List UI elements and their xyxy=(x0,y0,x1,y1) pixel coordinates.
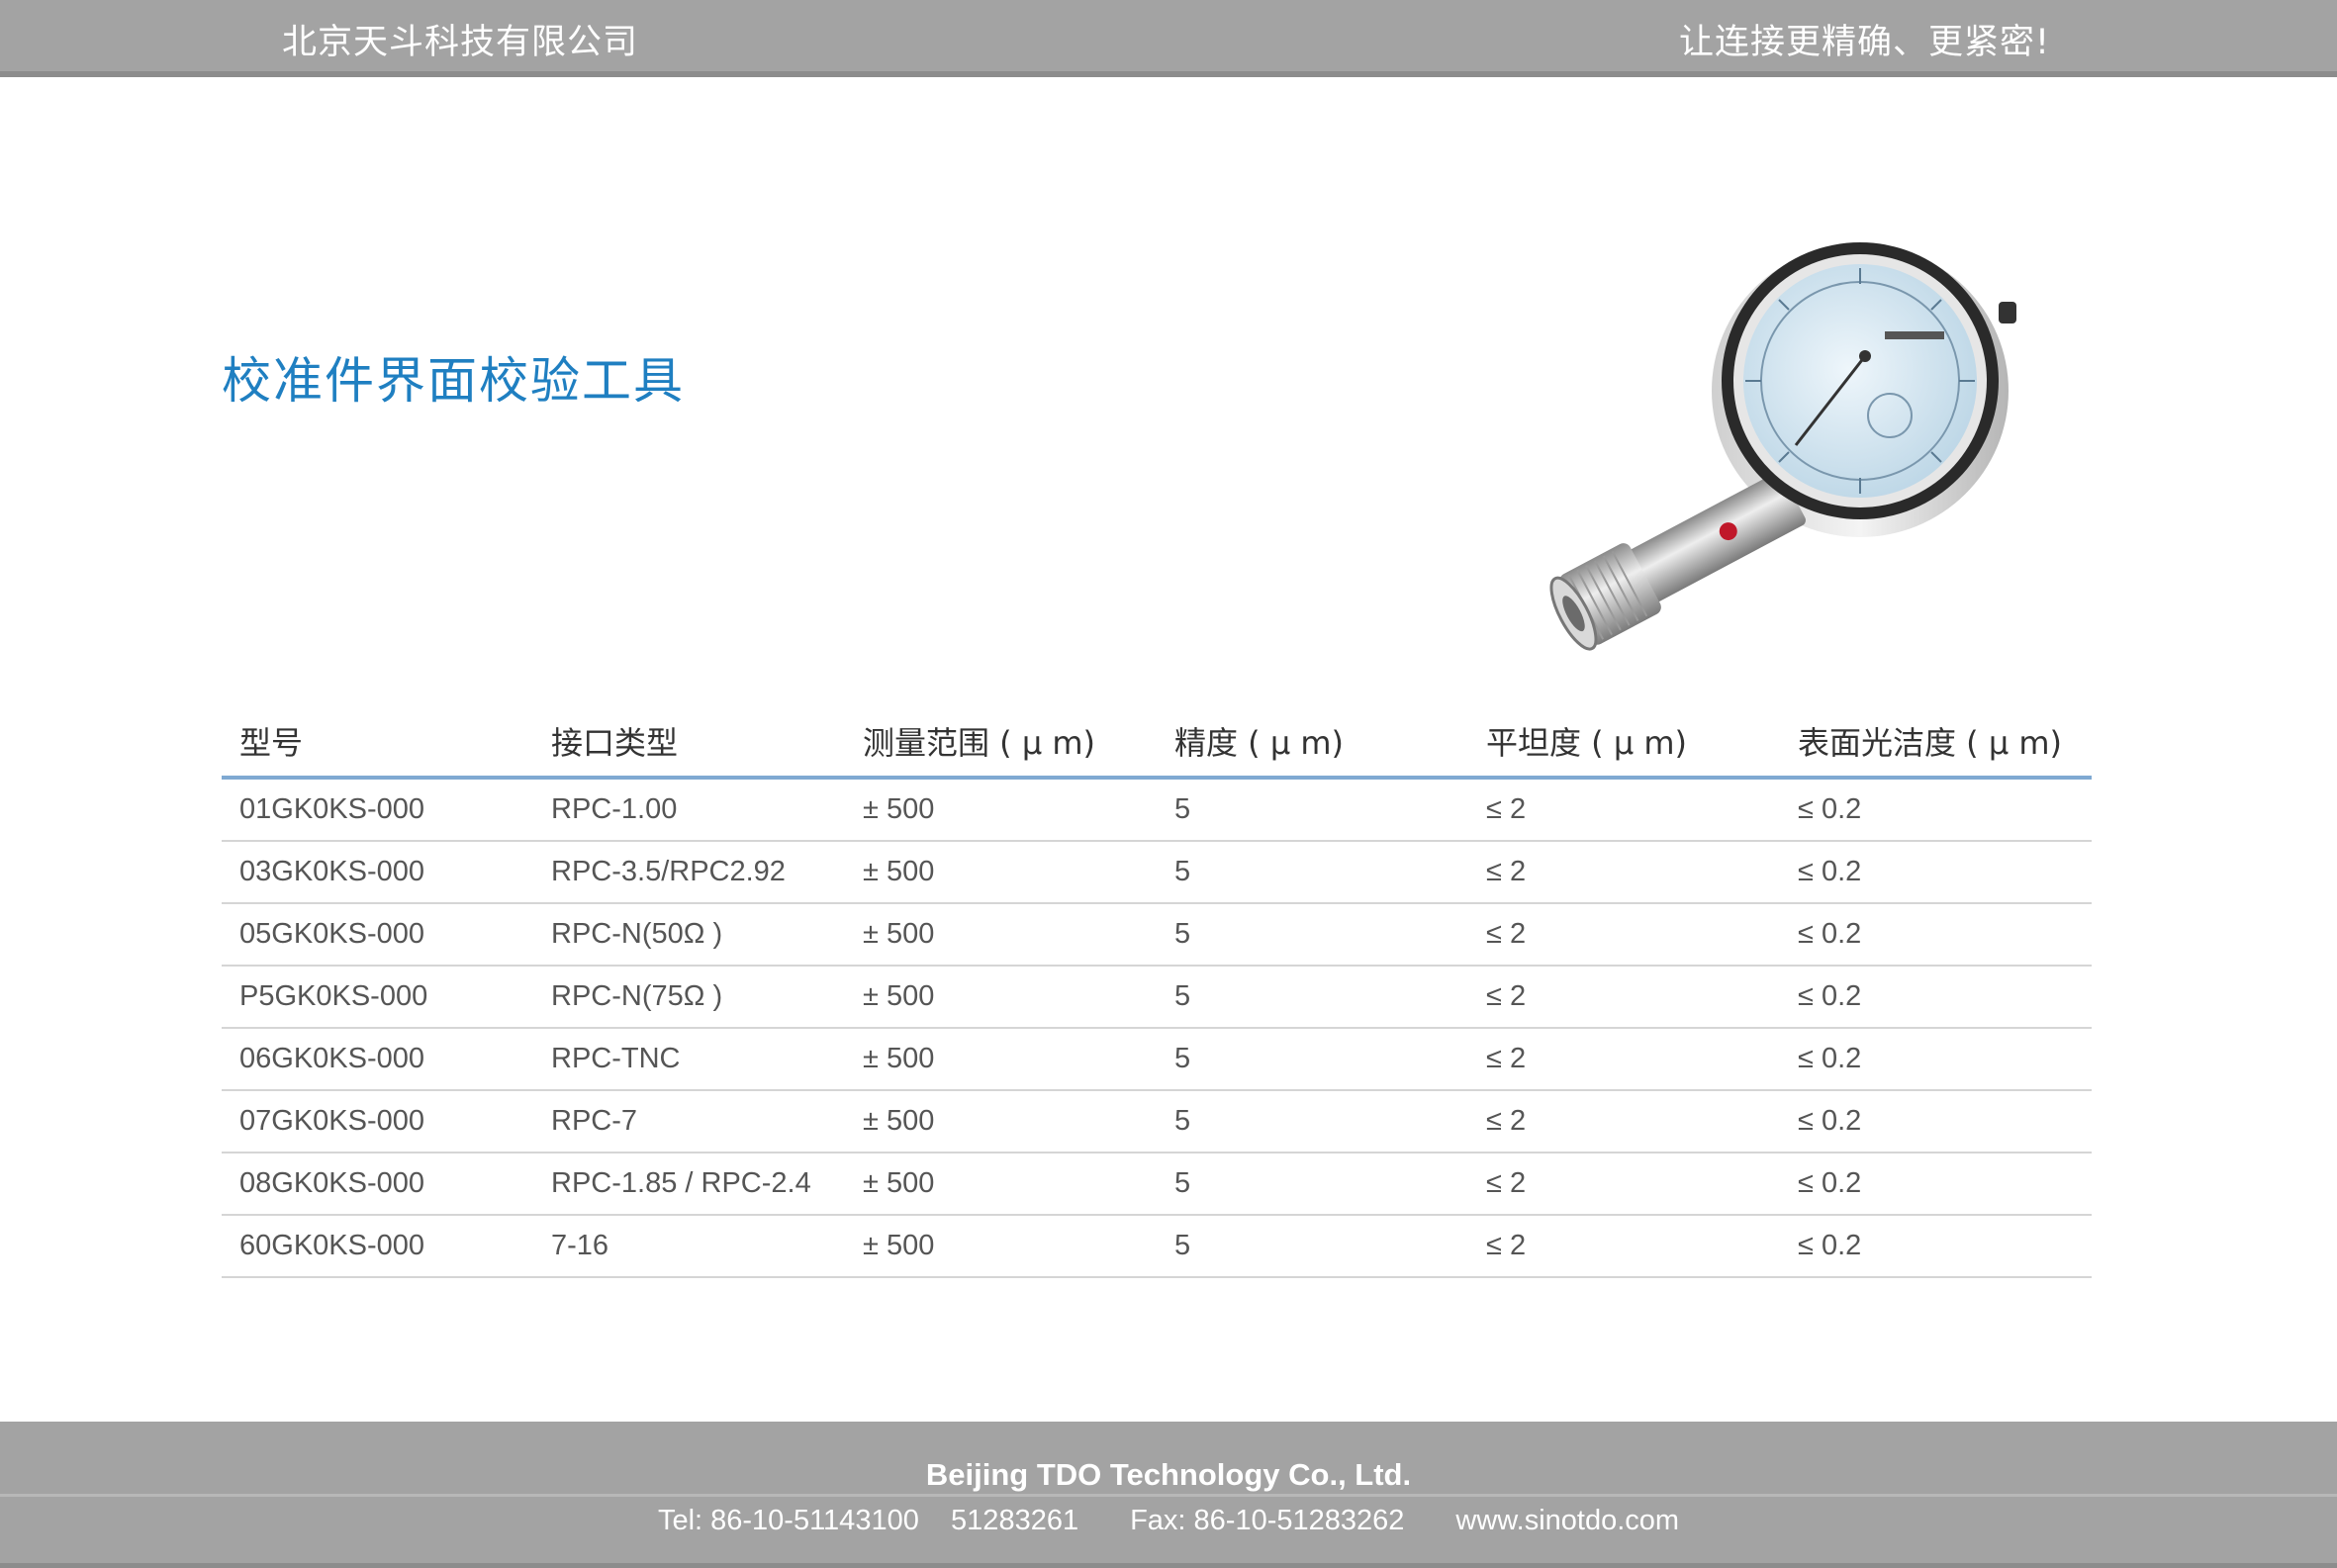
cell-model: 05GK0KS-000 xyxy=(222,903,533,967)
header-finish: 表面光洁度 ( μ m) xyxy=(1780,702,2092,780)
cell-finish: ≤ 0.2 xyxy=(1780,841,2092,904)
table-row: 07GK0KS-000 RPC-7 ± 500 5 ≤ 2 ≤ 0.2 xyxy=(222,1090,2092,1153)
table-row: 01GK0KS-000 RPC-1.00 ± 500 5 ≤ 2 ≤ 0.2 xyxy=(222,778,2092,842)
cell-model: P5GK0KS-000 xyxy=(222,966,533,1029)
cell-flatness: ≤ 2 xyxy=(1468,903,1780,967)
cell-range: ± 500 xyxy=(845,778,1157,842)
cell-interface: RPC-N(50Ω ) xyxy=(533,903,845,967)
cell-model: 06GK0KS-000 xyxy=(222,1028,533,1091)
footer-website-link[interactable]: www.sinotdo.com xyxy=(1455,1505,1679,1536)
cell-range: ± 500 xyxy=(845,1215,1157,1278)
cell-accuracy: 5 xyxy=(1157,966,1468,1029)
cell-interface: RPC-1.00 xyxy=(533,778,845,842)
header-range: 测量范围 ( μ m) xyxy=(845,702,1157,780)
header-flatness: 平坦度 ( μ m) xyxy=(1468,702,1780,780)
cell-interface: RPC-TNC xyxy=(533,1028,845,1091)
cell-accuracy: 5 xyxy=(1157,1028,1468,1091)
table-header-row: 型号 接口类型 测量范围 ( μ m) 精度 ( μ m) 平坦度 ( μ m)… xyxy=(222,702,2092,780)
cell-interface: RPC-1.85 / RPC-2.4 xyxy=(533,1153,845,1216)
cell-range: ± 500 xyxy=(845,1028,1157,1091)
cell-accuracy: 5 xyxy=(1157,841,1468,904)
cell-model: 08GK0KS-000 xyxy=(222,1153,533,1216)
cell-finish: ≤ 0.2 xyxy=(1780,1028,2092,1091)
footer-edge xyxy=(0,1563,2337,1568)
cell-accuracy: 5 xyxy=(1157,778,1468,842)
header-interface: 接口类型 xyxy=(533,702,845,780)
footer-bar: Beijing TDO Technology Co., Ltd. Tel: 86… xyxy=(0,1422,2337,1568)
cell-interface: RPC-3.5/RPC2.92 xyxy=(533,841,845,904)
cell-accuracy: 5 xyxy=(1157,1090,1468,1153)
table-row: 05GK0KS-000 RPC-N(50Ω ) ± 500 5 ≤ 2 ≤ 0.… xyxy=(222,903,2092,967)
header-model: 型号 xyxy=(222,702,533,780)
cell-range: ± 500 xyxy=(845,841,1157,904)
footer-divider xyxy=(0,1494,2337,1497)
page-title: 校准件界面校验工具 xyxy=(222,352,685,410)
cell-finish: ≤ 0.2 xyxy=(1780,778,2092,842)
cell-range: ± 500 xyxy=(845,966,1157,1029)
cell-model: 01GK0KS-000 xyxy=(222,778,533,842)
cell-finish: ≤ 0.2 xyxy=(1780,1090,2092,1153)
slogan: 让连接更精确、更紧密! xyxy=(1678,23,2050,62)
spec-table: 型号 接口类型 测量范围 ( μ m) 精度 ( μ m) 平坦度 ( μ m)… xyxy=(222,702,2092,1278)
table-row: 03GK0KS-000 RPC-3.5/RPC2.92 ± 500 5 ≤ 2 … xyxy=(222,841,2092,904)
footer-fax: Fax: 86-10-51283262 xyxy=(1130,1505,1405,1536)
table-row: P5GK0KS-000 RPC-N(75Ω ) ± 500 5 ≤ 2 ≤ 0.… xyxy=(222,966,2092,1029)
cell-flatness: ≤ 2 xyxy=(1468,966,1780,1029)
footer-company: Beijing TDO Technology Co., Ltd. xyxy=(925,1457,1412,1492)
company-name: 北京天斗科技有限公司 xyxy=(282,23,639,62)
cell-interface: 7-16 xyxy=(533,1215,845,1278)
footer-tel: Tel: 86-10-51143100 51283261 xyxy=(657,1505,1079,1536)
cell-interface: RPC-7 xyxy=(533,1090,845,1153)
cell-flatness: ≤ 2 xyxy=(1468,1090,1780,1153)
table-row: 06GK0KS-000 RPC-TNC ± 500 5 ≤ 2 ≤ 0.2 xyxy=(222,1028,2092,1091)
cell-flatness: ≤ 2 xyxy=(1468,1153,1780,1216)
cell-model: 07GK0KS-000 xyxy=(222,1090,533,1153)
cell-range: ± 500 xyxy=(845,1090,1157,1153)
cell-finish: ≤ 0.2 xyxy=(1780,966,2092,1029)
cell-model: 03GK0KS-000 xyxy=(222,841,533,904)
cell-range: ± 500 xyxy=(845,1153,1157,1216)
header-accuracy: 精度 ( μ m) xyxy=(1157,702,1468,780)
cell-finish: ≤ 0.2 xyxy=(1780,1153,2092,1216)
cell-accuracy: 5 xyxy=(1157,903,1468,967)
cell-range: ± 500 xyxy=(845,903,1157,967)
cell-accuracy: 5 xyxy=(1157,1153,1468,1216)
cell-flatness: ≤ 2 xyxy=(1468,1215,1780,1278)
dial-gauge-image xyxy=(1549,242,2016,651)
cell-model: 60GK0KS-000 xyxy=(222,1215,533,1278)
cell-flatness: ≤ 2 xyxy=(1468,778,1780,842)
header-bar: 北京天斗科技有限公司 让连接更精确、更紧密! xyxy=(0,0,2337,77)
cell-flatness: ≤ 2 xyxy=(1468,841,1780,904)
table-row: 08GK0KS-000 RPC-1.85 / RPC-2.4 ± 500 5 ≤… xyxy=(222,1153,2092,1216)
cell-flatness: ≤ 2 xyxy=(1468,1028,1780,1091)
cell-finish: ≤ 0.2 xyxy=(1780,1215,2092,1278)
table-row: 60GK0KS-000 7-16 ± 500 5 ≤ 2 ≤ 0.2 xyxy=(222,1215,2092,1278)
cell-finish: ≤ 0.2 xyxy=(1780,903,2092,967)
cell-interface: RPC-N(75Ω ) xyxy=(533,966,845,1029)
footer-contacts: Tel: 86-10-51143100 51283261 Fax: 86-10-5… xyxy=(0,1505,2337,1537)
cell-accuracy: 5 xyxy=(1157,1215,1468,1278)
